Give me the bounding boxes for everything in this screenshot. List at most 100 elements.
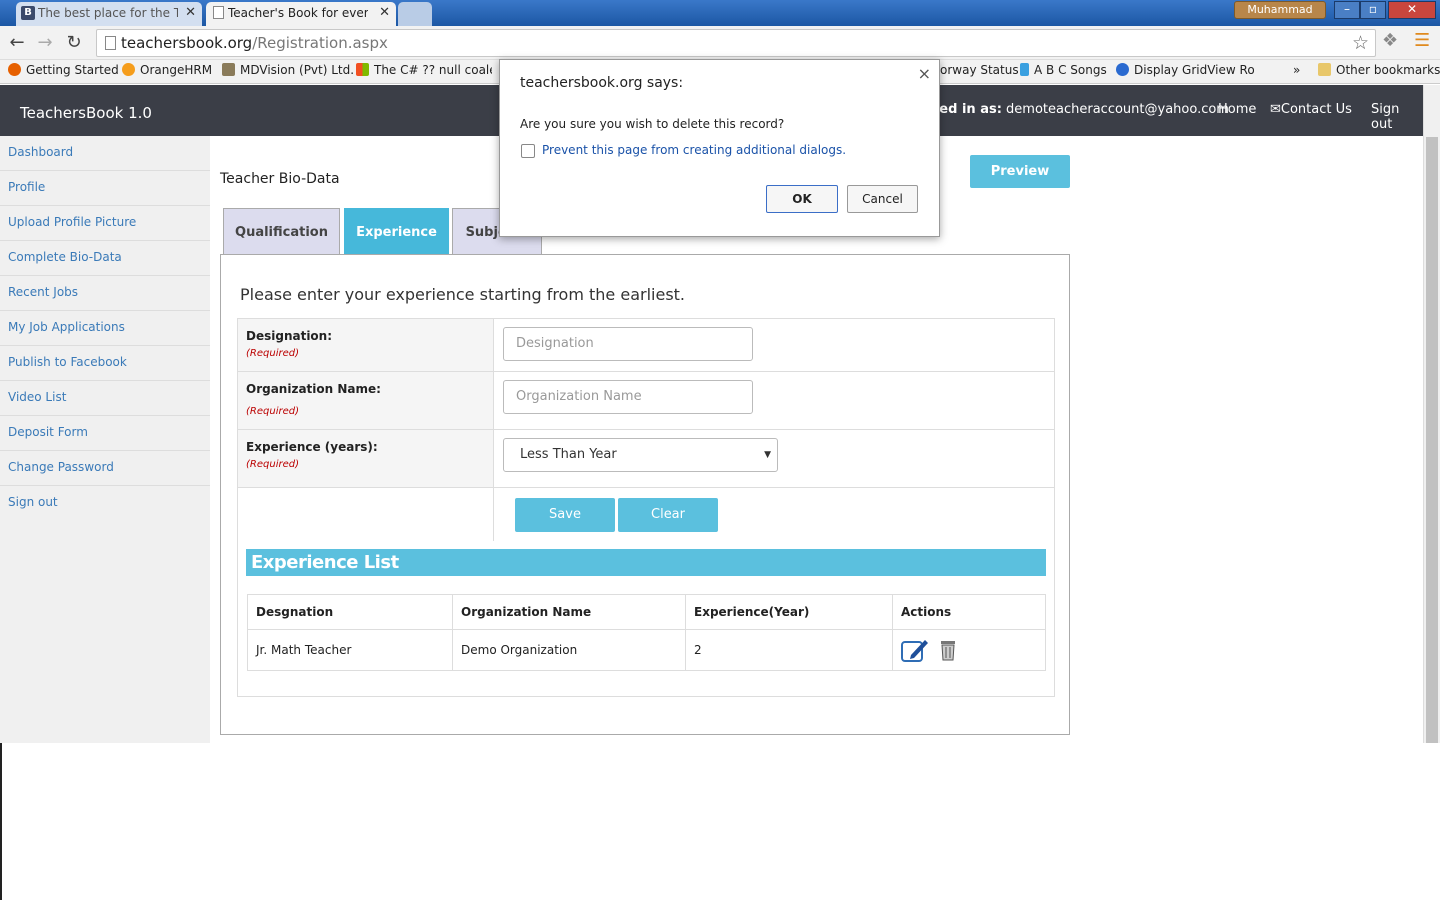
tab-qualification[interactable]: Qualification bbox=[223, 208, 340, 255]
orange-icon bbox=[122, 63, 135, 76]
bookmark-csharp[interactable]: The C# ?? null coalesc bbox=[356, 63, 492, 77]
mdvision-icon bbox=[222, 63, 235, 76]
sidebar: Dashboard Profile Upload Profile Picture… bbox=[0, 136, 210, 743]
form-row-organization: Organization Name: (Required) Organizati… bbox=[238, 372, 1054, 430]
bookmark-mdvision[interactable]: MDVision (Pvt) Ltd. bbox=[222, 63, 354, 77]
preview-button[interactable]: Preview bbox=[970, 155, 1070, 188]
dropdown-arrow-icon: ▼ bbox=[764, 450, 771, 460]
maximize-button[interactable]: ▫ bbox=[1360, 1, 1386, 19]
tab-title: The best place for the Tea bbox=[38, 6, 178, 20]
sidebar-item-dashboard[interactable]: Dashboard bbox=[0, 136, 210, 171]
dialog-message: Are you sure you wish to delete this rec… bbox=[520, 117, 785, 131]
cell-experience: 2 bbox=[685, 629, 893, 671]
required-note: (Required) bbox=[246, 348, 299, 359]
page-scrollbar[interactable] bbox=[1423, 85, 1440, 775]
required-note: (Required) bbox=[246, 459, 299, 470]
prevent-dialogs-label[interactable]: Prevent this page from creating addition… bbox=[542, 143, 846, 157]
page-blank-area bbox=[0, 743, 1440, 900]
sidebar-item-my-job-applications[interactable]: My Job Applications bbox=[0, 311, 210, 346]
sidebar-item-profile[interactable]: Profile bbox=[0, 171, 210, 206]
sidebar-item-upload-profile-picture[interactable]: Upload Profile Picture bbox=[0, 206, 210, 241]
page-title: Teacher Bio-Data bbox=[220, 171, 340, 187]
browser-tab-2[interactable]: Teacher's Book for every t ✕ bbox=[206, 2, 396, 26]
experience-grid: Desgnation Organization Name Experience(… bbox=[247, 594, 1046, 671]
url-text: teachersbook.org/Registration.aspx bbox=[121, 34, 388, 52]
delete-icon[interactable] bbox=[939, 639, 957, 661]
asp-icon bbox=[1116, 63, 1129, 76]
designation-label: Designation: bbox=[246, 329, 333, 343]
close-icon[interactable]: × bbox=[918, 64, 931, 83]
back-arrow-icon[interactable]: ← bbox=[6, 32, 28, 54]
sidebar-item-recent-jobs[interactable]: Recent Jobs bbox=[0, 276, 210, 311]
sidebar-item-complete-bio-data[interactable]: Complete Bio-Data bbox=[0, 241, 210, 276]
reload-icon[interactable]: ↻ bbox=[63, 32, 85, 54]
cell-organization: Demo Organization bbox=[452, 629, 686, 671]
profile-badge[interactable]: Muhammad bbox=[1234, 1, 1326, 19]
confirm-dialog: teachersbook.org says: × Are you sure yo… bbox=[499, 59, 940, 237]
folder-icon bbox=[1318, 63, 1331, 76]
organization-input[interactable]: Organization Name bbox=[503, 380, 753, 414]
nav-sign-out[interactable]: Sign out bbox=[1371, 102, 1423, 132]
edit-icon[interactable] bbox=[901, 637, 929, 663]
sidebar-item-change-password[interactable]: Change Password bbox=[0, 451, 210, 486]
dialog-title: teachersbook.org says: bbox=[520, 75, 684, 91]
table-header-row: Desgnation Organization Name Experience(… bbox=[247, 594, 1046, 630]
cancel-button[interactable]: Cancel bbox=[847, 185, 918, 213]
experience-panel: Please enter your experience starting fr… bbox=[220, 254, 1070, 735]
logged-in-info: ged in as: demoteacheraccount@yahoo.com bbox=[930, 102, 1229, 117]
scrollbar-thumb[interactable] bbox=[1426, 137, 1438, 775]
bookmark-other[interactable]: Other bookmarks bbox=[1318, 63, 1440, 77]
instruction-text: Please enter your experience starting fr… bbox=[240, 285, 686, 304]
form-row-experience: Experience (years): (Required) Less Than… bbox=[238, 430, 1054, 488]
experience-list-title: Experience List bbox=[246, 549, 1046, 576]
browser-tab-1[interactable]: B The best place for the Tea ✕ bbox=[16, 2, 202, 26]
form-row-designation: Designation: (Required) Designation bbox=[238, 319, 1054, 372]
clear-button[interactable]: Clear bbox=[618, 498, 718, 532]
close-tab-icon[interactable]: ✕ bbox=[379, 2, 390, 24]
menu-icon[interactable]: ☰ bbox=[1414, 30, 1430, 51]
experience-select[interactable]: Less Than Year ▼ bbox=[503, 438, 778, 472]
sidebar-item-publish-to-facebook[interactable]: Publish to Facebook bbox=[0, 346, 210, 381]
save-button[interactable]: Save bbox=[515, 498, 615, 532]
bookmark-norway-status[interactable]: orway Status bbox=[940, 63, 1019, 77]
column-header: Experience(Year) bbox=[685, 594, 893, 630]
column-header: Actions bbox=[892, 594, 1046, 630]
nav-home[interactable]: Home bbox=[1218, 102, 1256, 117]
tab-experience[interactable]: Experience bbox=[344, 208, 449, 255]
nav-contact-us[interactable]: ✉Contact Us bbox=[1270, 102, 1352, 117]
column-header: Desgnation bbox=[247, 594, 453, 630]
organization-label: Organization Name: bbox=[246, 382, 381, 396]
table-row: Jr. Math Teacher Demo Organization 2 bbox=[247, 629, 1046, 671]
bookmark-abc-songs[interactable]: A B C Songs bbox=[1020, 63, 1107, 77]
bookmark-orangehrm[interactable]: OrangeHRM bbox=[122, 63, 212, 77]
tab-title: Teacher's Book for every t bbox=[228, 6, 368, 20]
dropbox-icon[interactable]: ❖ bbox=[1382, 30, 1398, 51]
ok-button[interactable]: OK bbox=[766, 185, 838, 213]
form-row-actions: Save Clear bbox=[238, 488, 1054, 541]
prevent-dialogs-checkbox[interactable] bbox=[521, 144, 535, 158]
sidebar-item-deposit-form[interactable]: Deposit Form bbox=[0, 416, 210, 451]
designation-input[interactable]: Designation bbox=[503, 327, 753, 361]
sidebar-item-sign-out[interactable]: Sign out bbox=[0, 486, 210, 521]
address-bar[interactable]: teachersbook.org/Registration.aspx ☆ bbox=[96, 29, 1376, 57]
cell-designation: Jr. Math Teacher bbox=[247, 629, 453, 671]
bookmarks-overflow-button[interactable]: » bbox=[1293, 63, 1300, 77]
minimize-button[interactable]: – bbox=[1334, 1, 1360, 19]
window-close-button[interactable]: ✕ bbox=[1388, 1, 1436, 19]
column-header: Organization Name bbox=[452, 594, 686, 630]
sidebar-item-video-list[interactable]: Video List bbox=[0, 381, 210, 416]
required-note: (Required) bbox=[246, 406, 299, 417]
bookmark-getting-started[interactable]: Getting Started bbox=[8, 63, 119, 77]
firefox-icon bbox=[8, 63, 21, 76]
page-icon bbox=[213, 6, 224, 19]
site-brand[interactable]: TeachersBook 1.0 bbox=[20, 104, 152, 122]
close-tab-icon[interactable]: ✕ bbox=[185, 2, 196, 24]
new-tab-button[interactable] bbox=[398, 2, 432, 26]
forward-arrow-icon[interactable]: → bbox=[34, 32, 56, 54]
window-edge bbox=[0, 743, 2, 900]
bookmark-display-gridview[interactable]: Display GridView Row bbox=[1116, 63, 1254, 77]
experience-form: Designation: (Required) Designation Orga… bbox=[237, 318, 1055, 697]
bookmark-star-icon[interactable]: ☆ bbox=[1352, 32, 1369, 54]
blog-icon: B bbox=[21, 6, 35, 20]
p-icon bbox=[1020, 63, 1029, 76]
